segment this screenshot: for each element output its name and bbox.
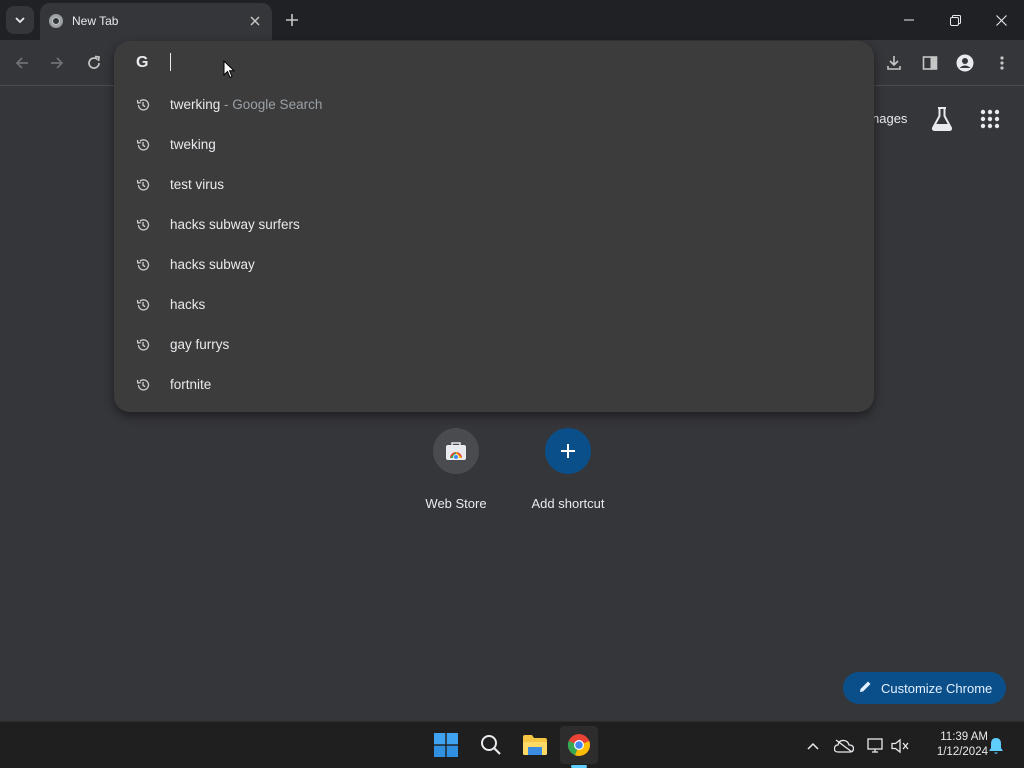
bell-icon <box>989 738 1003 754</box>
history-icon <box>136 379 150 391</box>
address-bar-input[interactable] <box>174 51 774 75</box>
google-apps-icon[interactable] <box>980 109 1000 129</box>
omnibox-dropdown: G twerking - Google Search tweking test … <box>114 41 874 412</box>
back-button[interactable] <box>9 50 35 76</box>
customize-chrome-label: Customize Chrome <box>881 680 993 696</box>
chrome-menu-button[interactable] <box>989 50 1015 76</box>
system-clock[interactable]: 11:39 AM 1/12/2024 <box>920 730 988 760</box>
file-explorer-button[interactable] <box>516 726 554 764</box>
labs-flask-icon[interactable] <box>930 106 954 132</box>
suggestion-item[interactable]: hacks <box>114 285 874 325</box>
suggestion-item[interactable]: hacks subway <box>114 245 874 285</box>
clock-time: 11:39 AM <box>940 731 988 743</box>
suggestion-text: hacks subway <box>170 257 255 272</box>
close-tab-button[interactable] <box>246 12 264 30</box>
web-store-icon <box>433 428 479 474</box>
chevron-down-icon <box>15 17 25 24</box>
arrow-right-icon <box>51 57 64 69</box>
history-icon <box>136 339 150 351</box>
history-icon <box>136 139 150 151</box>
download-icon <box>887 56 901 70</box>
search-icon <box>481 735 501 755</box>
close-icon <box>995 14 1007 26</box>
history-icon <box>136 299 150 311</box>
chrome-taskbar-button[interactable] <box>560 726 598 764</box>
avatar-icon <box>956 54 974 72</box>
history-icon <box>136 219 150 231</box>
new-tab-button[interactable] <box>282 9 302 31</box>
mouse-cursor-icon <box>223 60 235 79</box>
history-icon <box>136 179 150 191</box>
plus-icon <box>545 428 591 474</box>
pencil-icon <box>859 680 872 696</box>
minimize-icon <box>904 19 914 21</box>
kebab-menu-icon <box>1000 56 1004 70</box>
chevron-up-icon <box>807 742 819 750</box>
history-icon <box>136 259 150 271</box>
profile-button[interactable] <box>952 50 978 76</box>
suggestion-item[interactable]: gay furrys <box>114 325 874 365</box>
tab-strip: New Tab <box>0 0 1024 40</box>
restore-icon <box>949 14 961 26</box>
show-hidden-icons-button[interactable] <box>803 736 823 756</box>
shortcut-web-store[interactable]: Web Store <box>406 428 506 511</box>
tab-title: New Tab <box>72 14 119 28</box>
windows-icon <box>434 733 458 757</box>
side-panel-button[interactable] <box>917 50 943 76</box>
tab-new-tab[interactable]: New Tab <box>40 3 272 40</box>
tab-search-button[interactable] <box>6 6 34 34</box>
customize-chrome-button[interactable]: Customize Chrome <box>843 672 1006 704</box>
suggestion-item[interactable]: tweking <box>114 125 874 165</box>
text-caret <box>170 53 171 71</box>
arrow-left-icon <box>15 57 28 69</box>
suggestion-item[interactable]: hacks subway surfers <box>114 205 874 245</box>
shortcut-label: Web Store <box>425 496 487 511</box>
close-window-button[interactable] <box>978 0 1024 40</box>
suggestion-text: hacks <box>170 297 206 312</box>
search-button[interactable] <box>472 726 510 764</box>
history-icon <box>136 99 150 111</box>
forward-button[interactable] <box>44 50 70 76</box>
images-link[interactable]: nages <box>872 111 907 126</box>
taskbar: 11:39 AM 1/12/2024 <box>0 721 1024 768</box>
downloads-button[interactable] <box>881 50 907 76</box>
suggestion-list: twerking - Google Search tweking test vi… <box>114 85 874 405</box>
reload-icon <box>88 55 100 69</box>
suggestion-subtext: - Google Search <box>220 97 323 112</box>
suggestion-item[interactable]: fortnite <box>114 365 874 405</box>
plus-icon <box>286 14 298 26</box>
restore-button[interactable] <box>932 0 978 40</box>
suggestion-item[interactable]: twerking - Google Search <box>114 85 874 125</box>
suggestion-item[interactable]: test virus <box>114 165 874 205</box>
suggestion-text: gay furrys <box>170 337 230 352</box>
suggestion-text: twerking <box>170 97 221 112</box>
suggestion-text: hacks subway surfers <box>170 217 300 232</box>
clock-date: 1/12/2024 <box>936 746 988 758</box>
suggestion-text: fortnite <box>170 377 212 392</box>
suggestion-text: test virus <box>170 177 225 192</box>
onedrive-icon[interactable] <box>834 736 854 756</box>
reload-button[interactable] <box>81 50 107 76</box>
start-button[interactable] <box>427 726 465 764</box>
suggestion-text: tweking <box>170 137 216 152</box>
chrome-icon <box>49 14 63 28</box>
minimize-button[interactable] <box>886 0 932 40</box>
shortcut-add[interactable]: Add shortcut <box>518 428 618 511</box>
side-panel-icon <box>922 56 938 70</box>
chrome-icon <box>567 734 590 756</box>
close-icon <box>250 16 260 26</box>
google-g-icon: G <box>136 54 149 71</box>
notifications-button[interactable] <box>986 736 1006 756</box>
network-icon[interactable] <box>866 736 886 756</box>
shortcut-label: Add shortcut <box>531 496 605 511</box>
volume-muted-icon[interactable] <box>891 736 911 756</box>
folder-icon <box>523 735 547 755</box>
